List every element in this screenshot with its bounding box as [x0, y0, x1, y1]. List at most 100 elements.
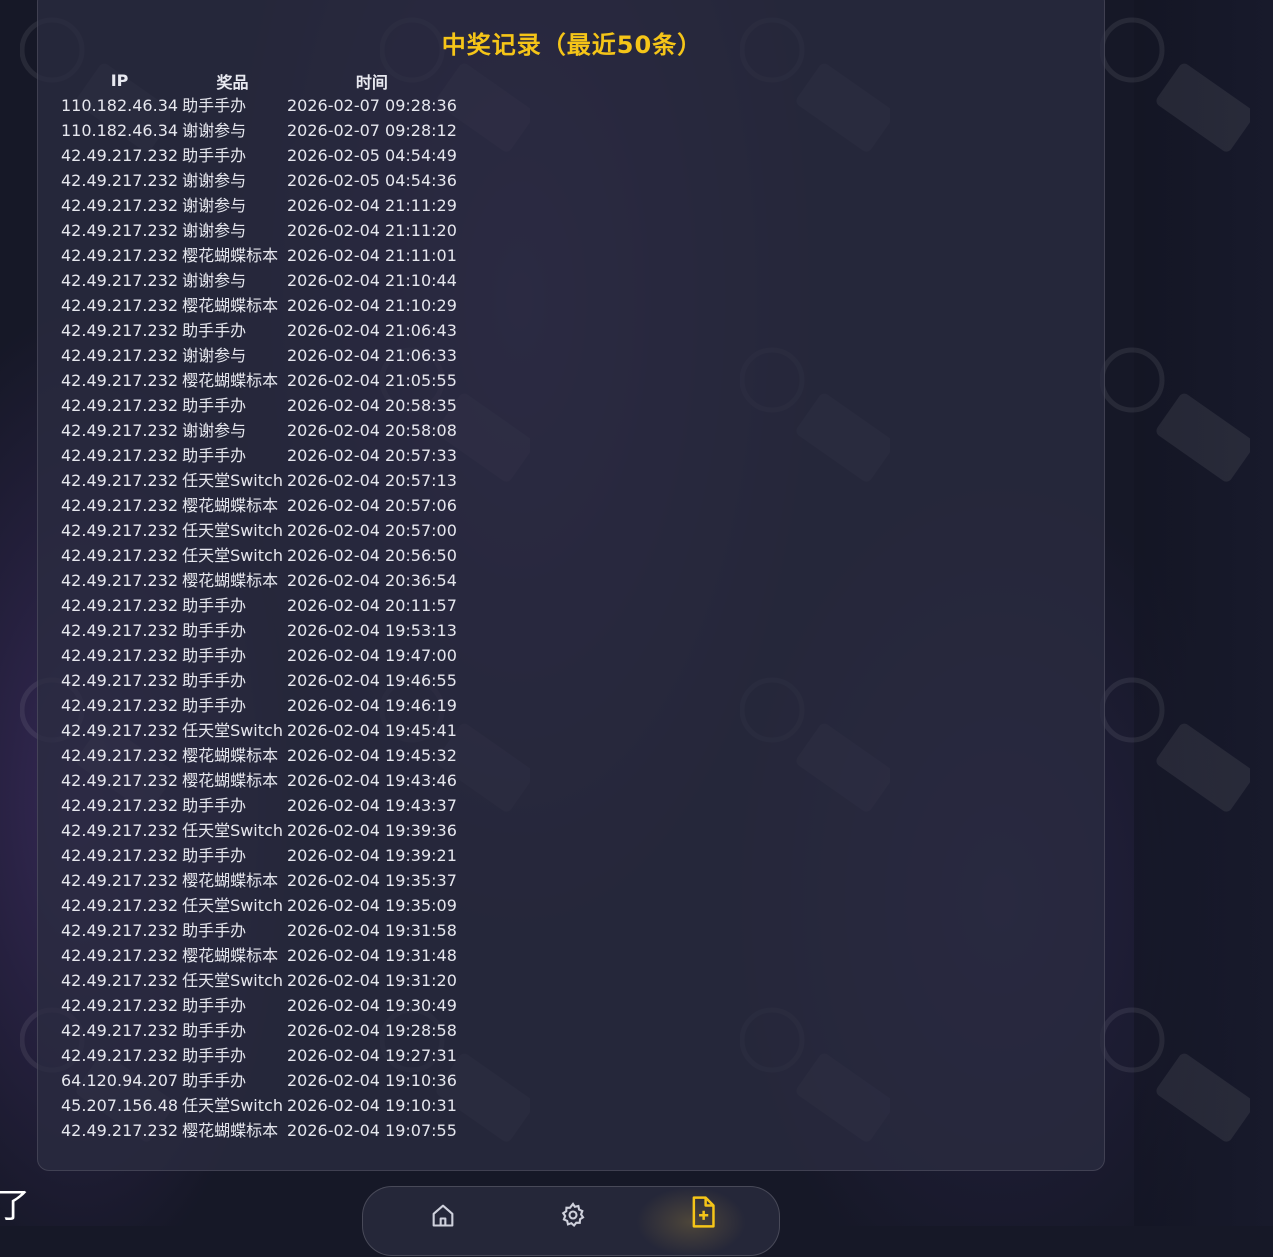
table-row: 42.49.217.232 樱花蝴蝶标本 2026-02-04 19:43:46 — [59, 768, 459, 793]
cell-prize: 樱花蝴蝶标本 — [182, 746, 279, 765]
cell-ip: 42.49.217.232 — [61, 246, 179, 265]
cell-ip: 42.49.217.232 — [61, 896, 179, 915]
column-header-prize: 奖品 — [216, 72, 249, 92]
cell-time: 2026-02-04 19:30:49 — [286, 996, 457, 1015]
table-row: 42.49.217.232 谢谢参与 2026-02-04 21:11:20 — [59, 218, 459, 243]
cell-ip: 42.49.217.232 — [61, 871, 179, 890]
cell-prize: 谢谢参与 — [182, 121, 247, 140]
cell-ip: 42.49.217.232 — [61, 546, 179, 565]
cell-time: 2026-02-04 21:11:01 — [286, 246, 457, 265]
prize-records-table: IP 奖品 时间 110.182.46.34 助手手办 2026-02-07 09:… — [59, 68, 459, 1143]
table-row: 42.49.217.232 助手手办 2026-02-04 19:47:00 — [59, 643, 459, 668]
cell-prize: 樱花蝴蝶标本 — [182, 371, 279, 390]
cell-ip: 42.49.217.232 — [61, 471, 179, 490]
cell-ip: 42.49.217.232 — [61, 196, 179, 215]
cell-prize: 任天堂Switch — [182, 896, 283, 915]
table-row: 42.49.217.232 樱花蝴蝶标本 2026-02-04 19:31:48 — [59, 943, 459, 968]
cell-ip: 42.49.217.232 — [61, 521, 179, 540]
cell-prize: 助手手办 — [182, 396, 247, 415]
cell-ip: 42.49.217.232 — [61, 596, 179, 615]
table-row: 42.49.217.232 助手手办 2026-02-04 20:57:33 — [59, 443, 459, 468]
table-row: 110.182.46.34 助手手办 2026-02-07 09:28:36 — [59, 93, 459, 118]
cell-time: 2026-02-04 19:53:13 — [286, 621, 457, 640]
cell-ip: 42.49.217.232 — [61, 771, 179, 790]
cell-ip: 42.49.217.232 — [61, 271, 179, 290]
table-row: 42.49.217.232 助手手办 2026-02-04 19:27:31 — [59, 1043, 459, 1068]
cell-ip: 42.49.217.232 — [61, 946, 179, 965]
cell-time: 2026-02-04 20:57:00 — [286, 521, 457, 540]
cell-ip: 42.49.217.232 — [61, 396, 179, 415]
cell-time: 2026-02-04 19:31:58 — [286, 921, 457, 940]
cell-prize: 任天堂Switch — [182, 471, 283, 490]
cell-time: 2026-02-04 19:31:48 — [286, 946, 457, 965]
cell-time: 2026-02-04 19:35:09 — [286, 896, 457, 915]
cell-time: 2026-02-07 09:28:36 — [286, 96, 457, 115]
cell-ip: 42.49.217.232 — [61, 1046, 179, 1065]
cell-prize: 樱花蝴蝶标本 — [182, 871, 279, 890]
cell-prize: 助手手办 — [182, 596, 247, 615]
cell-time: 2026-02-04 19:10:31 — [286, 1096, 457, 1115]
table-row: 42.49.217.232 助手手办 2026-02-04 19:46:55 — [59, 668, 459, 693]
cell-time: 2026-02-04 20:36:54 — [286, 571, 457, 590]
cell-prize: 助手手办 — [182, 921, 247, 940]
table-row: 42.49.217.232 任天堂Switch 2026-02-04 20:57:0… — [59, 518, 459, 543]
table-row: 42.49.217.232 樱花蝴蝶标本 2026-02-04 19:35:37 — [59, 868, 459, 893]
cell-time: 2026-02-04 19:45:32 — [286, 746, 457, 765]
table-row: 42.49.217.232 任天堂Switch 2026-02-04 19:39:3… — [59, 818, 459, 843]
cell-prize: 助手手办 — [182, 621, 247, 640]
cell-prize: 樱花蝴蝶标本 — [182, 571, 279, 590]
nav-settings-button[interactable] — [553, 1201, 593, 1241]
nav-home-button[interactable] — [423, 1201, 463, 1241]
cell-ip: 42.49.217.232 — [61, 821, 179, 840]
table-row: 64.120.94.207 助手手办 2026-02-04 19:10:36 — [59, 1068, 459, 1093]
cell-time: 2026-02-05 04:54:49 — [286, 146, 457, 165]
cell-ip: 42.49.217.232 — [61, 346, 179, 365]
table-row: 42.49.217.232 谢谢参与 2026-02-04 21:11:29 — [59, 193, 459, 218]
cell-prize: 助手手办 — [182, 996, 247, 1015]
cell-time: 2026-02-04 19:43:46 — [286, 771, 457, 790]
cell-prize: 樱花蝴蝶标本 — [182, 246, 279, 265]
cell-time: 2026-02-04 19:31:20 — [286, 971, 457, 990]
cell-ip: 42.49.217.232 — [61, 446, 179, 465]
cell-prize: 谢谢参与 — [182, 221, 247, 240]
table-row: 42.49.217.232 樱花蝴蝶标本 2026-02-04 21:11:01 — [59, 243, 459, 268]
table-row: 42.49.217.232 谢谢参与 2026-02-04 21:06:33 — [59, 343, 459, 368]
cell-prize: 樱花蝴蝶标本 — [182, 296, 279, 315]
cell-prize: 助手手办 — [182, 796, 247, 815]
cell-ip: 42.49.217.232 — [61, 421, 179, 440]
cell-prize: 谢谢参与 — [182, 421, 247, 440]
table-row: 42.49.217.232 助手手办 2026-02-04 19:31:58 — [59, 918, 459, 943]
cell-prize: 谢谢参与 — [182, 171, 247, 190]
nav-records-button[interactable] — [683, 1195, 723, 1235]
table-row: 42.49.217.232 助手手办 2026-02-04 19:39:21 — [59, 843, 459, 868]
cell-time: 2026-02-04 19:27:31 — [286, 1046, 457, 1065]
table-row: 42.49.217.232 樱花蝴蝶标本 2026-02-04 20:57:06 — [59, 493, 459, 518]
cell-ip: 42.49.217.232 — [61, 371, 179, 390]
table-row: 110.182.46.34 谢谢参与 2026-02-07 09:28:12 — [59, 118, 459, 143]
cell-ip: 42.49.217.232 — [61, 696, 179, 715]
cell-ip: 42.49.217.232 — [61, 846, 179, 865]
cell-prize: 任天堂Switch — [182, 546, 283, 565]
cell-prize: 任天堂Switch — [182, 971, 283, 990]
table-header-row: IP 奖品 时间 — [59, 68, 459, 93]
cell-time: 2026-02-05 04:54:36 — [286, 171, 457, 190]
table-row: 42.49.217.232 谢谢参与 2026-02-04 21:10:44 — [59, 268, 459, 293]
table-row: 42.49.217.232 樱花蝴蝶标本 2026-02-04 21:10:29 — [59, 293, 459, 318]
cell-time: 2026-02-04 21:10:29 — [286, 296, 457, 315]
gear-icon — [559, 1201, 587, 1233]
cell-prize: 任天堂Switch — [182, 521, 283, 540]
cell-prize: 助手手办 — [182, 446, 247, 465]
table-row: 42.49.217.232 任天堂Switch 2026-02-04 20:56:5… — [59, 543, 459, 568]
right-edge-strip — [1134, 0, 1273, 1226]
cell-ip: 42.49.217.232 — [61, 296, 179, 315]
cell-ip: 42.49.217.232 — [61, 621, 179, 640]
table-row: 42.49.217.232 樱花蝴蝶标本 2026-02-04 21:05:55 — [59, 368, 459, 393]
cell-time: 2026-02-04 19:39:21 — [286, 846, 457, 865]
cell-time: 2026-02-04 20:57:06 — [286, 496, 457, 515]
cell-prize: 樱花蝴蝶标本 — [182, 1121, 279, 1140]
cell-ip: 64.120.94.207 — [61, 1071, 179, 1090]
table-row: 42.49.217.232 樱花蝴蝶标本 2026-02-04 19:45:32 — [59, 743, 459, 768]
cell-prize: 助手手办 — [182, 846, 247, 865]
table-row: 42.49.217.232 樱花蝴蝶标本 2026-02-04 20:36:54 — [59, 568, 459, 593]
cell-ip: 42.49.217.232 — [61, 496, 179, 515]
